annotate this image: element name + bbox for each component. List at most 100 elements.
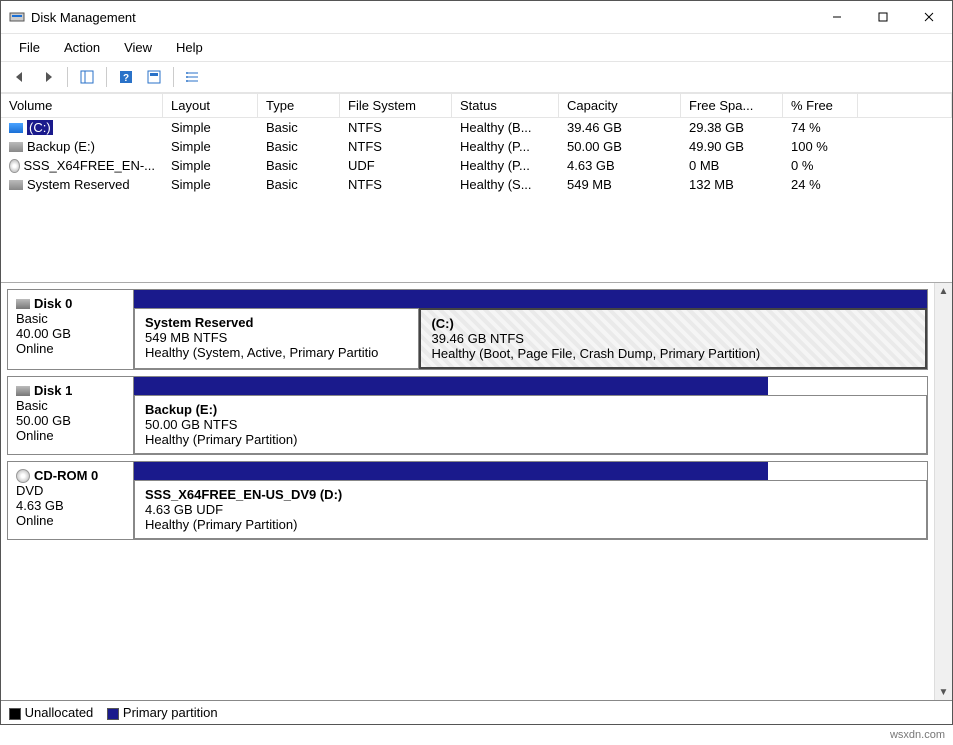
disk-label[interactable]: CD-ROM 0DVD4.63 GBOnline bbox=[8, 462, 134, 539]
volume-row[interactable]: SSS_X64FREE_EN-... SimpleBasicUDFHealthy … bbox=[1, 156, 952, 175]
disk-label[interactable]: Disk 1Basic50.00 GBOnline bbox=[8, 377, 134, 454]
disk-name: CD-ROM 0 bbox=[34, 468, 98, 483]
volume-capacity: 549 MB bbox=[559, 175, 681, 194]
disk-graphical-view: Disk 0Basic40.00 GBOnlineSystem Reserved… bbox=[1, 283, 952, 700]
partition-name: Backup (E:) bbox=[145, 402, 916, 417]
partition[interactable]: (C:)39.46 GB NTFSHealthy (Boot, Page Fil… bbox=[419, 308, 927, 369]
titlebar[interactable]: Disk Management bbox=[1, 1, 952, 33]
partition-name: System Reserved bbox=[145, 315, 408, 330]
content-area: Volume Layout Type File System Status Ca… bbox=[1, 93, 952, 724]
help-button[interactable]: ? bbox=[115, 66, 137, 88]
disk-name: Disk 0 bbox=[34, 296, 72, 311]
disk-block[interactable]: Disk 1Basic50.00 GBOnlineBackup (E:)50.0… bbox=[7, 376, 928, 455]
drive-icon bbox=[9, 142, 23, 152]
volume-fs: UDF bbox=[340, 156, 452, 175]
volume-type: Basic bbox=[258, 137, 340, 156]
volume-type: Basic bbox=[258, 156, 340, 175]
legend-label-primary: Primary partition bbox=[123, 705, 218, 720]
scroll-up-icon[interactable]: ▲ bbox=[936, 283, 952, 299]
volume-type: Basic bbox=[258, 175, 340, 194]
disk-status: Online bbox=[16, 428, 125, 443]
properties-button[interactable] bbox=[143, 66, 165, 88]
vertical-scrollbar[interactable]: ▲ ▼ bbox=[934, 283, 952, 700]
volume-row[interactable]: Backup (E:) SimpleBasicNTFSHealthy (P...5… bbox=[1, 137, 952, 156]
volume-layout: Simple bbox=[163, 156, 258, 175]
volume-free: 29.38 GB bbox=[681, 118, 783, 137]
partition-health: Healthy (Primary Partition) bbox=[145, 432, 916, 447]
col-status[interactable]: Status bbox=[452, 93, 559, 118]
menu-file[interactable]: File bbox=[9, 36, 50, 59]
col-filesystem[interactable]: File System bbox=[340, 93, 452, 118]
volume-status: Healthy (P... bbox=[452, 137, 559, 156]
list-view-button[interactable] bbox=[182, 66, 204, 88]
disk-label[interactable]: Disk 0Basic40.00 GBOnline bbox=[8, 290, 134, 369]
col-extra[interactable] bbox=[858, 93, 952, 118]
volume-row[interactable]: (C:)SimpleBasicNTFSHealthy (B...39.46 GB… bbox=[1, 118, 952, 137]
hard-disk-icon bbox=[16, 386, 30, 396]
partition-health: Healthy (Boot, Page File, Crash Dump, Pr… bbox=[431, 346, 915, 361]
volume-type: Basic bbox=[258, 118, 340, 137]
drive-icon bbox=[9, 180, 23, 190]
scroll-down-icon[interactable]: ▼ bbox=[936, 684, 952, 700]
volume-status: Healthy (P... bbox=[452, 156, 559, 175]
partition-name: (C:) bbox=[431, 316, 915, 331]
volume-name: SSS_X64FREE_EN-... bbox=[24, 158, 156, 173]
disk-block[interactable]: CD-ROM 0DVD4.63 GBOnlineSSS_X64FREE_EN-U… bbox=[7, 461, 928, 540]
partition[interactable]: System Reserved549 MB NTFSHealthy (Syste… bbox=[134, 308, 419, 369]
volume-fs: NTFS bbox=[340, 118, 452, 137]
volume-free: 0 MB bbox=[681, 156, 783, 175]
volume-free: 49.90 GB bbox=[681, 137, 783, 156]
close-button[interactable] bbox=[906, 1, 952, 33]
partition[interactable]: Backup (E:)50.00 GB NTFSHealthy (Primary… bbox=[134, 395, 927, 454]
partition[interactable]: SSS_X64FREE_EN-US_DV9 (D:)4.63 GB UDFHea… bbox=[134, 480, 927, 539]
volume-name: Backup (E:) bbox=[27, 139, 95, 154]
disk-size: 40.00 GB bbox=[16, 326, 125, 341]
menu-view[interactable]: View bbox=[114, 36, 162, 59]
menu-action[interactable]: Action bbox=[54, 36, 110, 59]
legend: Unallocated Primary partition bbox=[1, 700, 952, 724]
col-volume[interactable]: Volume bbox=[1, 93, 163, 118]
partition-size-fs: 549 MB NTFS bbox=[145, 330, 408, 345]
menu-help[interactable]: Help bbox=[166, 36, 213, 59]
volume-list[interactable]: Volume Layout Type File System Status Ca… bbox=[1, 93, 952, 283]
volume-capacity: 50.00 GB bbox=[559, 137, 681, 156]
col-freespace[interactable]: Free Spa... bbox=[681, 93, 783, 118]
volume-pct: 74 % bbox=[783, 118, 858, 137]
maximize-button[interactable] bbox=[860, 1, 906, 33]
volume-free: 132 MB bbox=[681, 175, 783, 194]
volume-row[interactable]: System ReservedSimpleBasicNTFSHealthy (S… bbox=[1, 175, 952, 194]
volume-pct: 0 % bbox=[783, 156, 858, 175]
volume-name: System Reserved bbox=[27, 177, 130, 192]
disk-status: Online bbox=[16, 341, 125, 356]
minimize-button[interactable] bbox=[814, 1, 860, 33]
back-button[interactable] bbox=[9, 66, 31, 88]
window-title: Disk Management bbox=[31, 10, 814, 25]
volume-layout: Simple bbox=[163, 118, 258, 137]
show-hide-tree-button[interactable] bbox=[76, 66, 98, 88]
volume-pct: 24 % bbox=[783, 175, 858, 194]
col-layout[interactable]: Layout bbox=[163, 93, 258, 118]
col-capacity[interactable]: Capacity bbox=[559, 93, 681, 118]
volume-capacity: 39.46 GB bbox=[559, 118, 681, 137]
legend-swatch-primary bbox=[107, 708, 119, 720]
cd-drive-icon bbox=[16, 469, 30, 483]
disk-block[interactable]: Disk 0Basic40.00 GBOnlineSystem Reserved… bbox=[7, 289, 928, 370]
toolbar-separator bbox=[173, 67, 174, 87]
legend-swatch-unallocated bbox=[9, 708, 21, 720]
partition-size-fs: 50.00 GB NTFS bbox=[145, 417, 916, 432]
volume-status: Healthy (S... bbox=[452, 175, 559, 194]
volume-layout: Simple bbox=[163, 137, 258, 156]
col-pctfree[interactable]: % Free bbox=[783, 93, 858, 118]
partition-size-fs: 39.46 GB NTFS bbox=[431, 331, 915, 346]
volume-fs: NTFS bbox=[340, 137, 452, 156]
col-type[interactable]: Type bbox=[258, 93, 340, 118]
disk-size: 50.00 GB bbox=[16, 413, 125, 428]
partition-name: SSS_X64FREE_EN-US_DV9 (D:) bbox=[145, 487, 916, 502]
drive-icon bbox=[9, 123, 23, 133]
forward-button[interactable] bbox=[37, 66, 59, 88]
partition-health: Healthy (Primary Partition) bbox=[145, 517, 916, 532]
disk-type: Basic bbox=[16, 398, 125, 413]
toolbar: ? bbox=[1, 61, 952, 93]
app-icon bbox=[9, 9, 25, 25]
volume-layout: Simple bbox=[163, 175, 258, 194]
